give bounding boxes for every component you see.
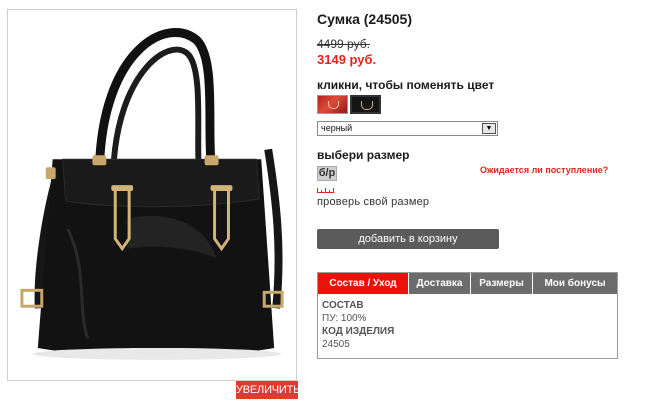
- tab-composition-care[interactable]: Состав / Уход: [318, 273, 409, 294]
- old-price: 4499 руб.: [317, 37, 370, 51]
- size-option[interactable]: б/р: [317, 166, 337, 181]
- tab-content: СОСТАВ ПУ: 100% КОД ИЗДЕЛИЯ 24505: [318, 294, 617, 356]
- zoom-button[interactable]: УВЕЛИЧИТЬ: [236, 381, 300, 399]
- check-size-link[interactable]: проверь свой размер: [317, 196, 429, 208]
- product-code-heading: КОД ИЗДЕЛИЯ: [322, 326, 395, 337]
- info-tabs-panel: Состав / Уход Доставка Размеры Мои бонус…: [317, 272, 618, 359]
- tab-delivery[interactable]: Доставка: [409, 273, 471, 294]
- color-swatch-black[interactable]: [350, 95, 381, 114]
- sale-price: 3149 руб.: [317, 52, 377, 67]
- tab-bar: Состав / Уход Доставка Размеры Мои бонус…: [318, 273, 617, 294]
- product-code-value: 24505: [322, 339, 350, 350]
- chevron-down-icon[interactable]: ▼: [482, 123, 496, 134]
- color-select-value: черный: [321, 123, 353, 133]
- tab-sizes[interactable]: Размеры: [471, 273, 533, 294]
- size-prompt: выбери размер: [317, 148, 410, 162]
- composition-value: ПУ: 100%: [322, 313, 367, 324]
- handbag-image: [20, 28, 284, 360]
- ruler-icon: [317, 188, 334, 193]
- restock-link[interactable]: Ожидается ли поступление?: [480, 165, 608, 175]
- color-select[interactable]: черный ▼: [317, 121, 498, 136]
- color-prompt: кликни, чтобы поменять цвет: [317, 78, 495, 92]
- product-title: Сумка (24505): [317, 11, 413, 27]
- color-swatch-red[interactable]: [317, 95, 348, 114]
- add-to-cart-button[interactable]: добавить в корзину: [317, 229, 499, 249]
- product-image[interactable]: [7, 9, 297, 381]
- composition-heading: СОСТАВ: [322, 300, 364, 311]
- tab-my-bonuses[interactable]: Мои бонусы: [533, 273, 617, 294]
